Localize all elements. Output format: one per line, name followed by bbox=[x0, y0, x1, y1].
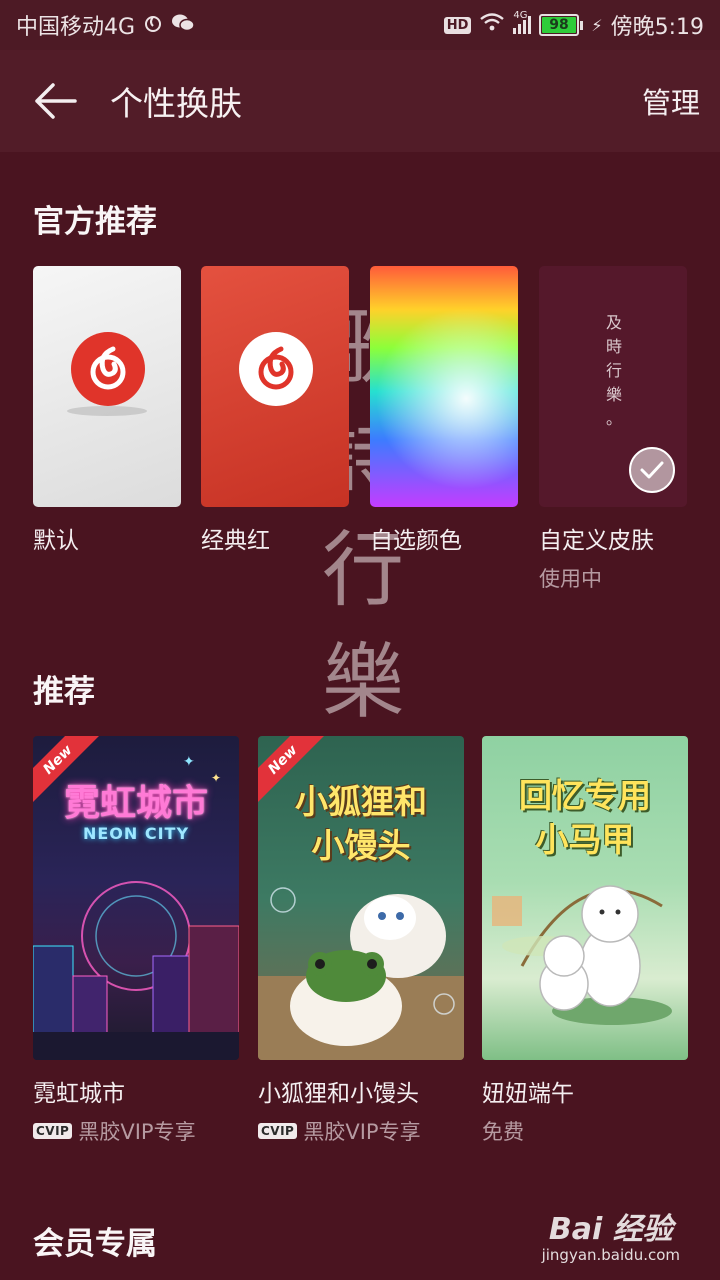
manage-button[interactable]: 管理 bbox=[642, 80, 700, 122]
art-title-line: 小马甲 bbox=[535, 820, 635, 859]
skin-card-custom-skin[interactable]: 及時行樂。 自定义皮肤 使用中 bbox=[539, 266, 687, 593]
page-title: 个性换肤 bbox=[110, 84, 242, 123]
watermark-url: jingyan.baidu.com bbox=[541, 1246, 680, 1264]
carrier-label: 中国移动4G bbox=[16, 15, 136, 40]
neon-art-subtitle: NEON CITY bbox=[82, 824, 190, 843]
signal-label: 4G bbox=[513, 10, 528, 21]
signal-icon: 4G bbox=[513, 10, 532, 34]
battery-indicator: 98 bbox=[539, 14, 584, 36]
hd-badge: HD bbox=[443, 16, 472, 34]
status-left: 中国移动4G bbox=[16, 9, 195, 41]
skin-thumb-custom-color[interactable] bbox=[370, 266, 518, 507]
rec-price: CVIP 黑胶VIP专享 bbox=[258, 1116, 464, 1146]
fox-art-title: 小狐狸和 小馒头 bbox=[258, 780, 464, 868]
rec-price: CVIP 黑胶VIP专享 bbox=[33, 1116, 239, 1146]
netease-music-icon bbox=[143, 13, 163, 38]
watermark-logo: Bai 经验 bbox=[548, 1212, 673, 1247]
poem-char: 樂 bbox=[605, 385, 622, 404]
official-section-title: 官方推荐 bbox=[33, 204, 157, 240]
in-use-label: 使用中 bbox=[539, 567, 602, 591]
rec-price-label: 黑胶VIP专享 bbox=[303, 1120, 421, 1144]
art-title-line: 小馒头 bbox=[311, 826, 411, 865]
app-bar: 个性换肤 管理 bbox=[0, 50, 720, 152]
skin-label: 经典红 bbox=[201, 528, 270, 554]
poem-char: 。 bbox=[605, 409, 622, 428]
rec-price-label: 黑胶VIP专享 bbox=[78, 1120, 196, 1144]
battery-level: 98 bbox=[542, 17, 576, 33]
music-logo-icon bbox=[239, 332, 313, 406]
neon-art-title: 霓虹城市 bbox=[63, 783, 208, 824]
recommended-section-title: 推荐 bbox=[33, 674, 95, 710]
music-logo-icon bbox=[71, 332, 145, 406]
rec-price: 免费 bbox=[482, 1116, 688, 1146]
skin-card-custom-color[interactable]: 自选颜色 bbox=[370, 266, 518, 555]
rec-card-fox-bun[interactable]: New 小狐狸和 小馒头 小狐狸和小馒头 CVIP 黑胶VIP专享 bbox=[258, 736, 464, 1146]
wifi-icon bbox=[479, 12, 505, 38]
baidu-watermark: Bai 经验 jingyan.baidu.com bbox=[542, 1204, 680, 1264]
wechat-icon bbox=[171, 13, 195, 38]
rec-thumb-niuniu[interactable]: 回忆专用 小马甲 bbox=[482, 736, 688, 1060]
back-button[interactable] bbox=[0, 50, 110, 152]
bg-char: 樂 bbox=[321, 634, 404, 730]
vip-badge-icon: CVIP bbox=[258, 1123, 298, 1139]
clock: 傍晚5:19 bbox=[610, 15, 704, 40]
rec-price-label: 免费 bbox=[482, 1120, 524, 1144]
vip-badge-icon: CVIP bbox=[33, 1123, 73, 1139]
rec-thumb-neon-city[interactable]: ✦ ✦ New 霓虹城市 NEON CITY bbox=[33, 736, 239, 1060]
poem-char: 行 bbox=[605, 361, 622, 380]
rec-card-niuniu[interactable]: 回忆专用 小马甲 妞妞端午 免费 bbox=[482, 736, 688, 1146]
rec-title: 妞妞端午 bbox=[482, 1081, 574, 1107]
skin-card-classic-red[interactable]: 经典红 bbox=[201, 266, 349, 555]
skin-label: 自选颜色 bbox=[370, 528, 462, 554]
rec-thumb-fox-bun[interactable]: New 小狐狸和 小馒头 bbox=[258, 736, 464, 1060]
art-title-line: 回忆专用 bbox=[519, 776, 651, 815]
rec-card-neon-city[interactable]: ✦ ✦ New 霓虹城市 NEON CITY 霓虹城市 CVIP 黑胶VIP专享 bbox=[33, 736, 239, 1146]
status-right: HD 4G 98 ⚡ 傍晚5:19 bbox=[443, 9, 704, 41]
poem-text: 及時行樂。 bbox=[605, 311, 623, 431]
skin-card-default[interactable]: 默认 bbox=[33, 266, 181, 555]
poem-char: 及 bbox=[605, 313, 622, 332]
skin-thumb-classic-red[interactable] bbox=[201, 266, 349, 507]
niuniu-art-title: 回忆专用 小马甲 bbox=[482, 774, 688, 862]
skin-content[interactable]: 歌 詩 行 樂 官方推荐 默认 经典红 自选颜色 及時行樂。 自定义皮肤 使用中… bbox=[0, 152, 720, 1280]
back-arrow-icon bbox=[35, 83, 77, 119]
member-section-title: 会员专属 bbox=[33, 1226, 157, 1262]
status-bar: 中国移动4G HD 4G 98 ⚡ 傍晚5:19 bbox=[0, 0, 720, 50]
rec-title: 霓虹城市 bbox=[33, 1081, 125, 1107]
poem-char: 時 bbox=[605, 337, 622, 356]
selected-check-icon bbox=[629, 447, 675, 493]
charging-icon: ⚡ bbox=[591, 15, 603, 35]
svg-text:✦: ✦ bbox=[183, 754, 195, 770]
art-title-line: 小狐狸和 bbox=[295, 782, 427, 821]
skin-label: 默认 bbox=[33, 528, 79, 554]
skin-label: 自定义皮肤 bbox=[539, 528, 654, 554]
skin-thumb-default[interactable] bbox=[33, 266, 181, 507]
rec-title: 小狐狸和小馒头 bbox=[258, 1081, 419, 1107]
skin-thumb-custom-skin[interactable]: 及時行樂。 bbox=[539, 266, 687, 507]
